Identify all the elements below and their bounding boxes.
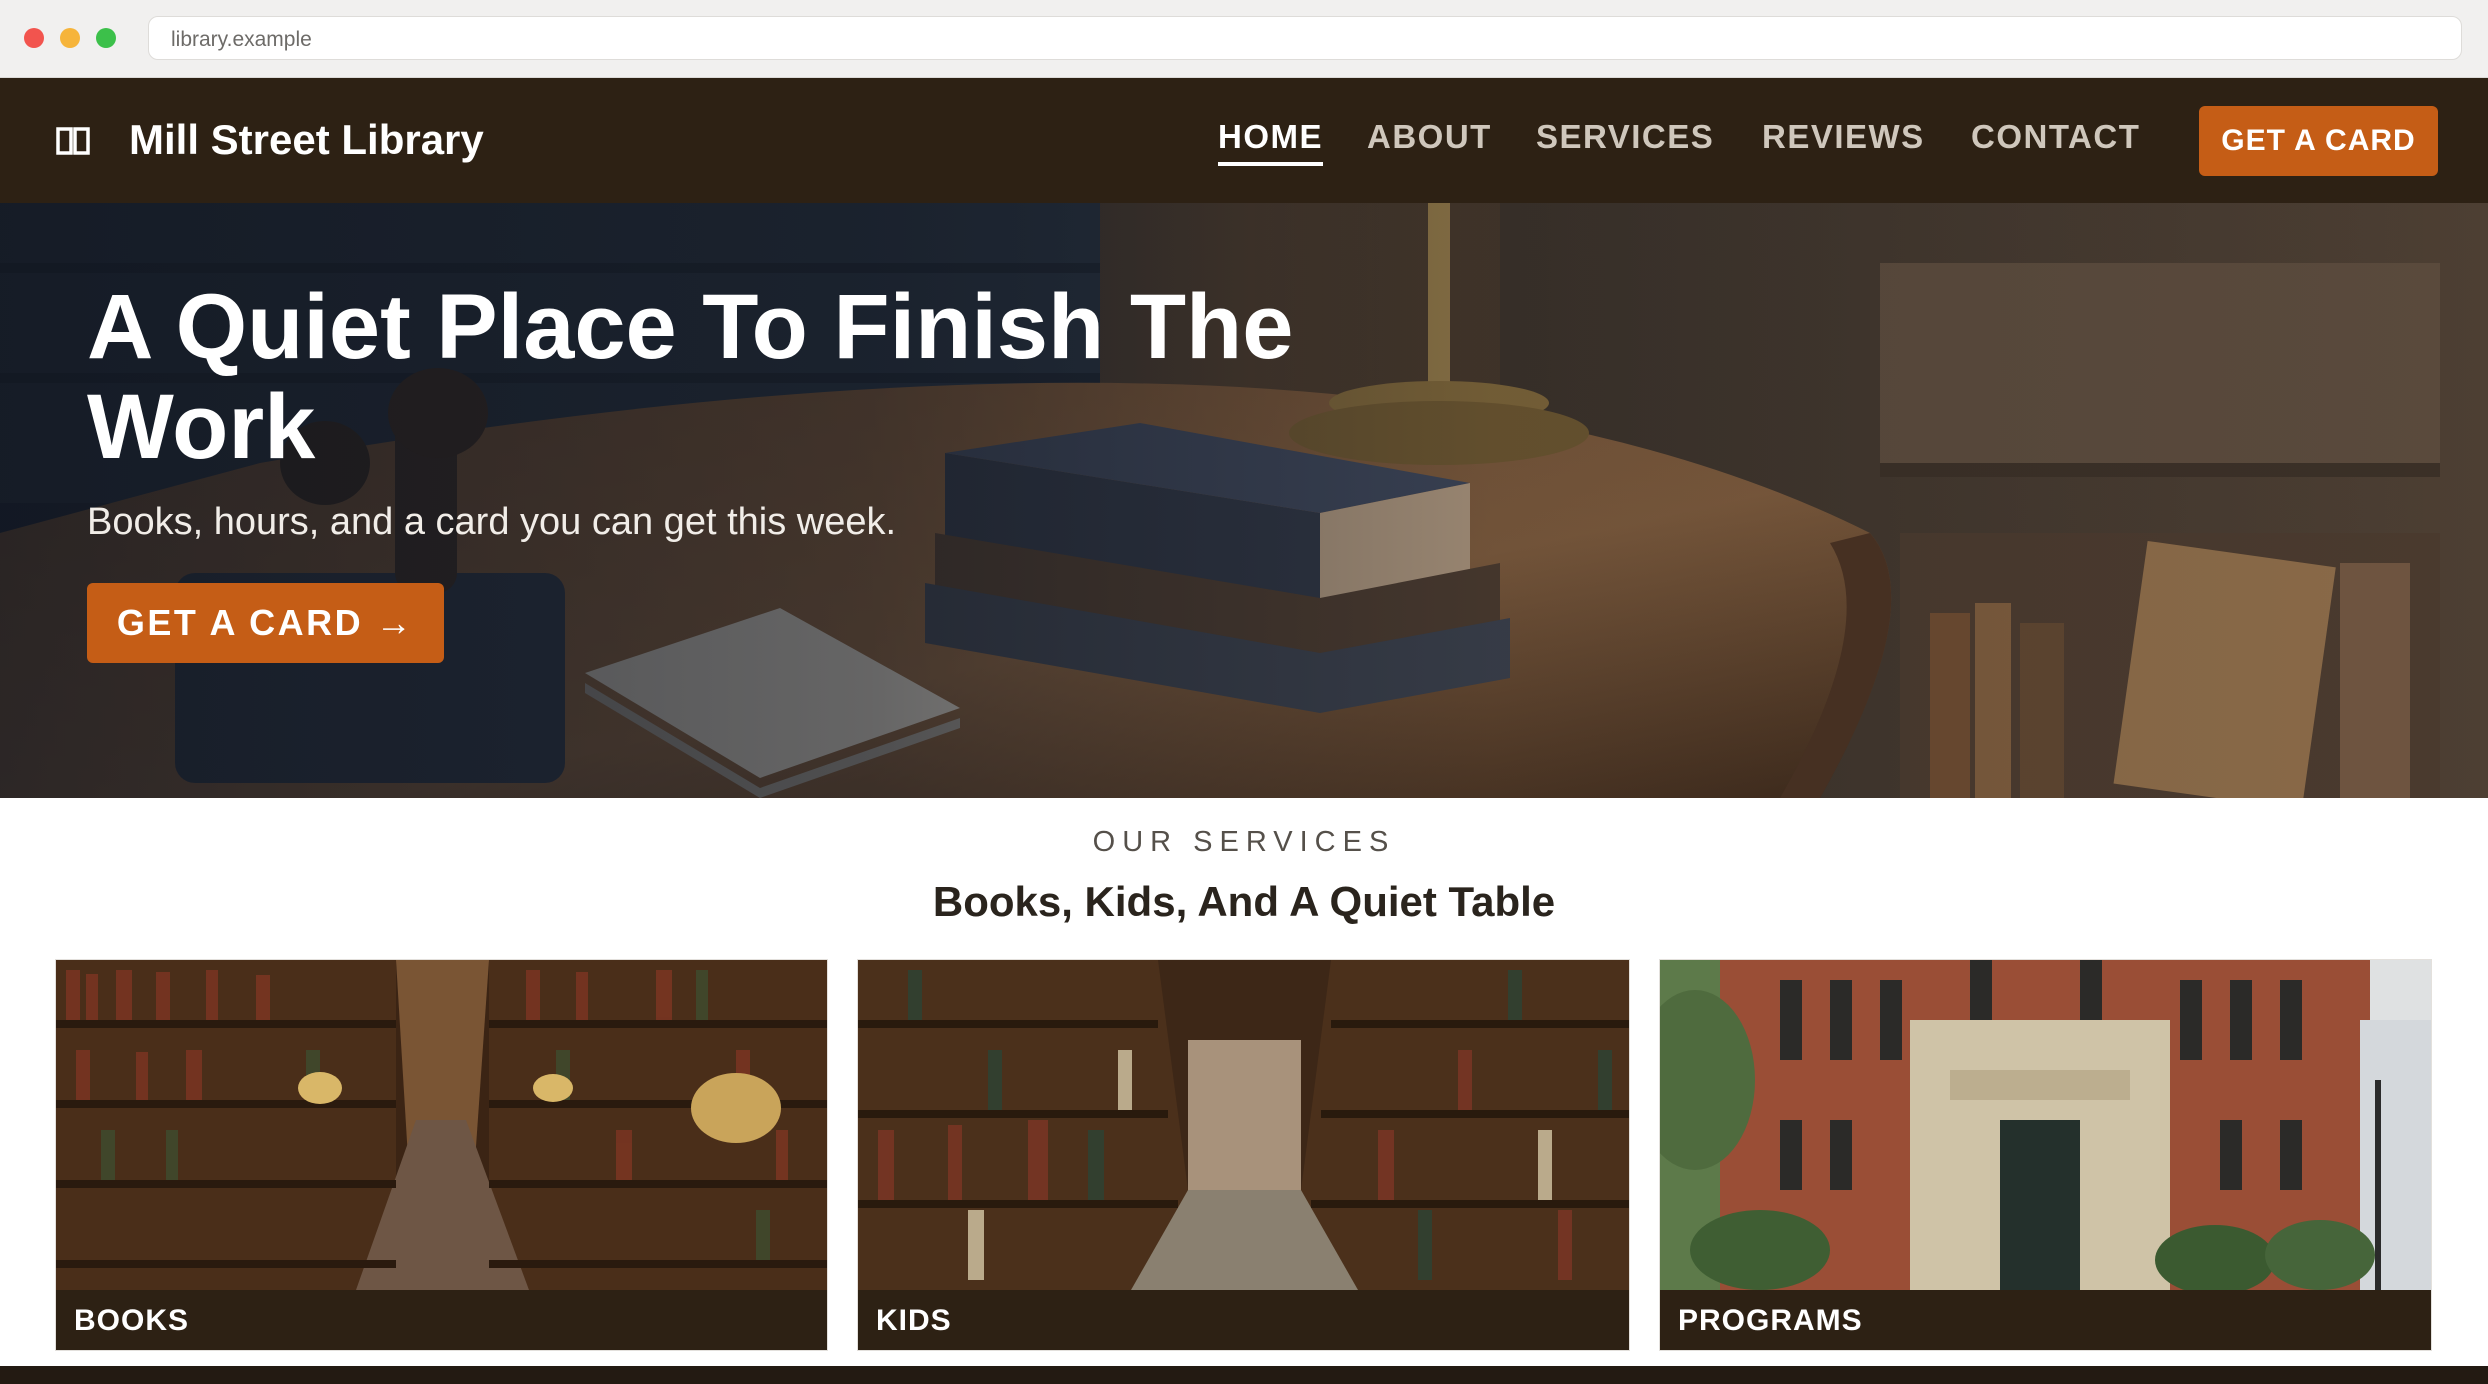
books-card-image [56, 960, 827, 1290]
get-a-card-hero-button[interactable]: GET A CARD → [87, 583, 444, 663]
service-card-label: PROGRAMS [1660, 1290, 2431, 1350]
service-card-kids[interactable]: KIDS [857, 959, 1630, 1351]
bottom-strip [0, 1366, 2488, 1384]
address-bar-url: library.example [171, 28, 312, 51]
kids-card-image [858, 960, 1629, 1290]
nav-link-reviews[interactable]: REVIEWS [1762, 118, 1925, 156]
minimize-window-button[interactable] [60, 28, 80, 48]
browser-chrome: library.example [0, 0, 2488, 78]
services-eyebrow: OUR SERVICES [1092, 826, 1396, 858]
site-navbar: Mill Street Library HOME ABOUT SERVICES … [0, 78, 2488, 203]
service-card-programs[interactable]: PROGRAMS [1659, 959, 2432, 1351]
service-card-label: BOOKS [56, 1290, 827, 1350]
hero-section: A Quiet Place To Finish The Work Books, … [0, 203, 2488, 798]
nav-link-services[interactable]: SERVICES [1536, 118, 1714, 156]
maximize-window-button[interactable] [96, 28, 116, 48]
get-a-card-nav-button[interactable]: GET A CARD [2199, 106, 2438, 176]
services-heading: Books, Kids, And A Quiet Table [932, 878, 1556, 925]
brand-name[interactable]: Mill Street Library [129, 116, 484, 164]
nav-link-contact[interactable]: CONTACT [1971, 118, 2140, 156]
hero-title: A Quiet Place To Finish The Work [87, 276, 1294, 478]
service-card-books[interactable]: BOOKS [55, 959, 828, 1351]
service-card-label: KIDS [858, 1290, 1629, 1350]
open-book-icon [56, 127, 90, 155]
nav-link-about[interactable]: ABOUT [1367, 118, 1492, 156]
programs-card-image [1660, 960, 2431, 1290]
hero-subtitle: Books, hours, and a card you can get thi… [87, 501, 897, 543]
nav-link-home[interactable]: HOME [1218, 118, 1323, 166]
close-window-button[interactable] [24, 28, 44, 48]
address-bar[interactable]: library.example [148, 16, 2462, 60]
